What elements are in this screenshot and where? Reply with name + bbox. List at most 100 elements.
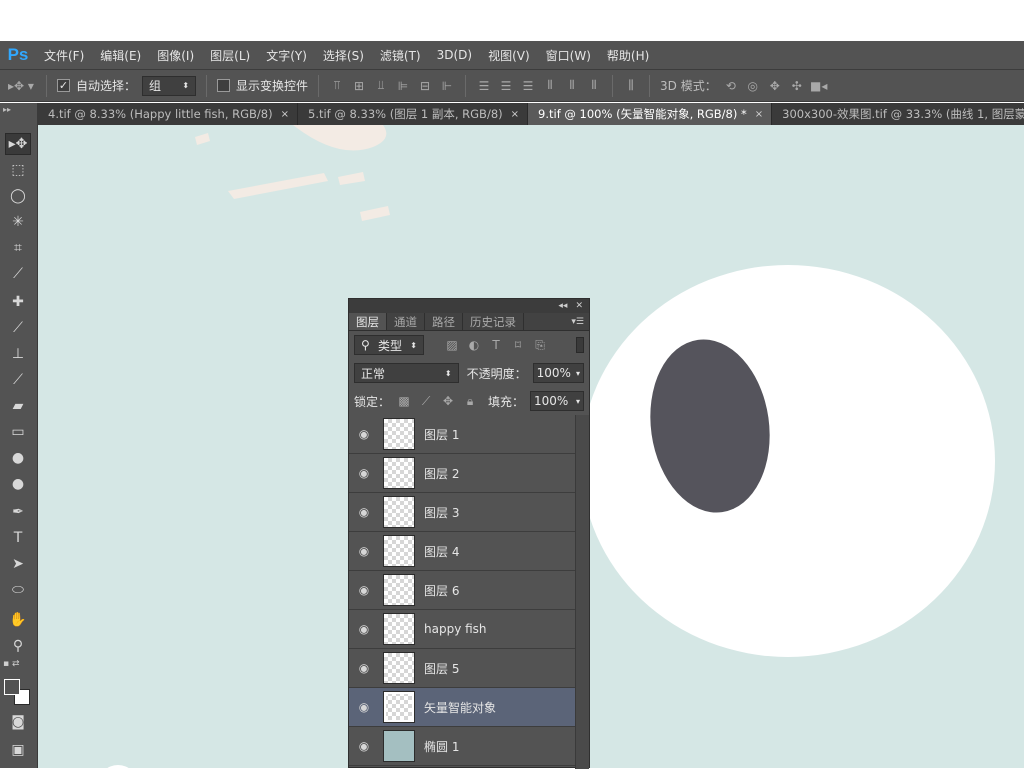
chevron-down-icon[interactable]: ▾ <box>576 397 580 406</box>
collapse-icon[interactable]: ◂◂ <box>558 301 567 311</box>
doc-tab-4[interactable]: 300x300-效果图.tif @ 33.3% (曲线 1, 图层蒙版/8) * <box>772 103 1024 125</box>
tab-layers[interactable]: 图层 <box>349 313 387 330</box>
lock-position-icon[interactable]: ✥ <box>440 393 456 409</box>
layer-row-selected[interactable]: ◉ 矢量智能对象 <box>349 688 575 727</box>
move-tool-icon[interactable]: ▸✥ <box>5 133 31 155</box>
eye-icon[interactable]: ◉ <box>349 739 379 753</box>
doc-tab-2[interactable]: 5.tif @ 8.33% (图层 1 副本, RGB/8) × <box>298 103 529 125</box>
lasso-tool-icon[interactable]: ◯ <box>5 185 31 207</box>
eye-icon[interactable]: ◉ <box>349 466 379 480</box>
chevron-down-icon[interactable]: ▾ <box>576 369 580 378</box>
close-icon[interactable]: × <box>281 109 289 120</box>
zoom-tool-icon[interactable]: ⚲ <box>5 635 31 657</box>
3d-slide-icon[interactable]: ✣ <box>789 78 805 94</box>
menu-edit[interactable]: 编辑(E) <box>92 47 149 64</box>
move-tool-preset-icon[interactable]: ▸✥ ▾ <box>6 78 36 94</box>
auto-select-checkbox[interactable]: ✓ <box>57 79 70 92</box>
tab-channels[interactable]: 通道 <box>387 313 425 330</box>
close-icon[interactable]: × <box>511 109 519 120</box>
eraser-tool-icon[interactable]: ▰ <box>5 395 31 417</box>
healing-brush-tool-icon[interactable]: ✚ <box>5 291 31 313</box>
hand-tool-icon[interactable]: ✋ <box>5 609 31 631</box>
distribute-vcenter-icon[interactable]: ☰ <box>498 78 514 94</box>
eye-icon[interactable]: ◉ <box>349 505 379 519</box>
screen-mode-icon[interactable]: ▣ <box>5 739 31 761</box>
filter-smart-object-icon[interactable]: ⎘ <box>532 337 548 353</box>
distribute-left-icon[interactable]: ⫴ <box>542 78 558 94</box>
filter-pixel-icon[interactable]: ▨ <box>444 337 460 353</box>
default-colors-icon[interactable]: ▪ ⇄ <box>3 659 20 669</box>
menu-file[interactable]: 文件(F) <box>36 47 92 64</box>
lock-transparent-icon[interactable]: ▩ <box>396 393 412 409</box>
filter-type-icon[interactable]: T <box>488 337 504 353</box>
3d-drag-icon[interactable]: ✥ <box>767 78 783 94</box>
lock-image-icon[interactable]: ⟋ <box>418 393 434 409</box>
menu-type[interactable]: 文字(Y) <box>258 47 315 64</box>
eye-icon[interactable]: ◉ <box>349 661 379 675</box>
tab-history[interactable]: 历史记录 <box>463 313 524 330</box>
dodge-tool-icon[interactable]: ● <box>5 473 31 495</box>
magic-wand-tool-icon[interactable]: ✳ <box>5 211 31 233</box>
distribute-top-icon[interactable]: ☰ <box>476 78 492 94</box>
3d-scale-icon[interactable]: ■◂ <box>810 78 827 94</box>
layer-row[interactable]: ◉ 图层 2 <box>349 454 575 493</box>
crop-tool-icon[interactable]: ⌗ <box>5 237 31 259</box>
layer-row[interactable]: ◉ 椭圆 1 <box>349 727 575 766</box>
menu-select[interactable]: 选择(S) <box>315 47 372 64</box>
close-icon[interactable]: ✕ <box>575 301 583 311</box>
filter-kind-dropdown[interactable]: ⚲ 类型 ⬍ <box>354 335 424 355</box>
align-left-icon[interactable]: ⊫ <box>395 78 411 94</box>
layer-row[interactable]: ◉ 图层 4 <box>349 532 575 571</box>
align-vcenter-icon[interactable]: ⊞ <box>351 78 367 94</box>
menu-image[interactable]: 图像(I) <box>149 47 202 64</box>
layer-row[interactable]: ◉ 图层 3 <box>349 493 575 532</box>
align-bottom-icon[interactable]: ⫫ <box>373 78 389 94</box>
eye-icon[interactable]: ◉ <box>349 583 379 597</box>
menu-layer[interactable]: 图层(L) <box>202 47 258 64</box>
tab-paths[interactable]: 路径 <box>425 313 463 330</box>
layer-row[interactable]: ◉ happy fish <box>349 610 575 649</box>
opacity-field[interactable]: 100% ▾ <box>532 363 584 383</box>
menu-filter[interactable]: 滤镜(T) <box>372 47 429 64</box>
menu-window[interactable]: 窗口(W) <box>538 47 599 64</box>
doc-tab-1[interactable]: 4.tif @ 8.33% (Happy little fish, RGB/8)… <box>38 103 298 125</box>
filter-shape-icon[interactable]: ⌑ <box>510 337 526 353</box>
eye-icon[interactable]: ◉ <box>349 544 379 558</box>
layers-scrollbar[interactable] <box>575 415 589 769</box>
close-icon[interactable]: × <box>755 109 763 120</box>
distribute-hcenter-icon[interactable]: ⫴ <box>564 78 580 94</box>
brush-tool-icon[interactable]: ⟋ <box>5 317 31 339</box>
eyedropper-tool-icon[interactable]: ⟋ <box>5 263 31 285</box>
align-right-icon[interactable]: ⊩ <box>439 78 455 94</box>
foreground-color-swatch[interactable] <box>4 679 20 695</box>
show-transform-checkbox[interactable] <box>217 79 231 92</box>
align-hcenter-icon[interactable]: ⊟ <box>417 78 433 94</box>
pen-tool-icon[interactable]: ✒ <box>5 501 31 523</box>
filter-toggle-switch[interactable] <box>576 337 584 353</box>
auto-select-dropdown[interactable]: 组 ⬍ <box>142 75 197 96</box>
menu-3d[interactable]: 3D(D) <box>429 48 480 62</box>
distribute-right-icon[interactable]: ⫴ <box>586 78 602 94</box>
gradient-tool-icon[interactable]: ▭ <box>5 421 31 443</box>
quick-mask-icon[interactable]: ◙ <box>5 711 31 733</box>
layer-row[interactable]: ◉ 图层 5 <box>349 649 575 688</box>
blend-mode-dropdown[interactable]: 正常 ⬍ <box>354 363 459 383</box>
layer-row[interactable]: ◉ 图层 1 <box>349 415 575 454</box>
eye-icon[interactable]: ◉ <box>349 622 379 636</box>
collapse-arrows-icon[interactable]: ▸▸ <box>3 105 11 114</box>
eye-icon[interactable]: ◉ <box>349 700 379 714</box>
fill-field[interactable]: 100% ▾ <box>530 391 584 411</box>
panel-menu-icon[interactable]: ▾☰ <box>571 317 584 327</box>
menu-view[interactable]: 视图(V) <box>480 47 538 64</box>
type-tool-icon[interactable]: T <box>5 527 31 549</box>
doc-tab-3-active[interactable]: 9.tif @ 100% (矢量智能对象, RGB/8) * × <box>528 103 773 125</box>
marquee-tool-icon[interactable]: ⬚ <box>5 159 31 181</box>
layer-row[interactable]: ◉ 图层 6 <box>349 571 575 610</box>
auto-align-icon[interactable]: ⫼ <box>623 78 639 94</box>
eye-icon[interactable]: ◉ <box>349 427 379 441</box>
clone-stamp-tool-icon[interactable]: ⊥ <box>5 343 31 365</box>
blur-tool-icon[interactable]: ● <box>5 447 31 469</box>
distribute-bottom-icon[interactable]: ☰ <box>520 78 536 94</box>
filter-adjustment-icon[interactable]: ◐ <box>466 337 482 353</box>
ellipse-tool-icon[interactable]: ⬭ <box>5 579 31 601</box>
